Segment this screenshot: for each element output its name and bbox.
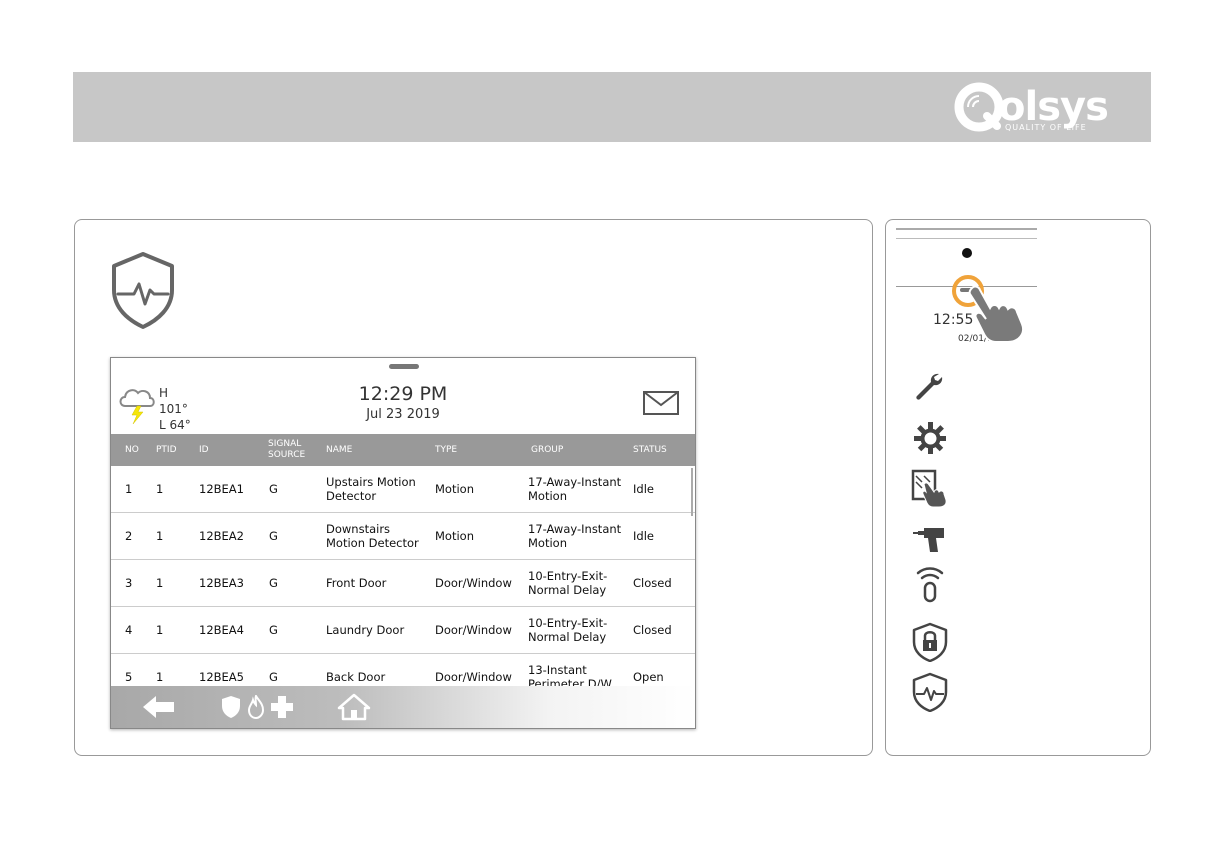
cell-id: 12BEA1: [199, 482, 244, 496]
cell-no: 4: [125, 623, 133, 637]
col-type: TYPE: [435, 445, 458, 455]
cell-status: Idle: [633, 482, 654, 496]
table-row[interactable]: 4 1 12BEA4 G Laundry Door Door/Window 10…: [111, 607, 695, 654]
cell-type: Door/Window: [435, 576, 512, 590]
table-row[interactable]: 1 1 12BEA1 G Upstairs Motion Detector Mo…: [111, 466, 695, 513]
cell-name: Downstairs Motion Detector: [326, 522, 419, 550]
cell-status: Idle: [633, 529, 654, 543]
cell-ptid: 1: [156, 576, 164, 590]
qolsys-logo: olsys QUALITY OF LIFE: [953, 80, 1133, 134]
main-panel: H 101° L 64° 12:29 PM Jul 23 2019 NO PTI…: [74, 219, 873, 756]
medical-cross-icon[interactable]: [271, 696, 293, 718]
col-no: NO: [125, 445, 139, 455]
col-signal-source-line2: SOURCE: [268, 450, 306, 460]
back-arrow-icon[interactable]: [143, 696, 175, 718]
col-signal-source-line1: SIGNAL: [268, 439, 302, 449]
table-row[interactable]: 3 1 12BEA3 G Front Door Door/Window 10-E…: [111, 560, 695, 607]
health-shield-icon[interactable]: [910, 672, 950, 712]
health-shield-icon: [112, 252, 174, 329]
cell-group: 10-Entry-Exit-Normal Delay: [528, 569, 608, 597]
cell-status: Closed: [633, 623, 672, 637]
cell-src: G: [269, 623, 278, 637]
cell-type: Motion: [435, 529, 474, 543]
gear-icon[interactable]: [910, 418, 950, 458]
col-ptid: PTID: [156, 445, 177, 455]
cell-status: Closed: [633, 576, 672, 590]
clock-date: Jul 23 2019: [366, 407, 440, 422]
cell-src: G: [269, 529, 278, 543]
mini-screen: 12:55 P 02/01/16: [896, 228, 1037, 348]
cell-id: 12BEA4: [199, 623, 244, 637]
cell-src: G: [269, 576, 278, 590]
cell-name: Laundry Door: [326, 623, 405, 637]
table-header: NO PTID ID SIGNAL SOURCE NAME TYPE GROUP…: [111, 434, 695, 466]
cell-name: Front Door: [326, 576, 387, 590]
cell-name: Upstairs Motion Detector: [326, 475, 416, 503]
wrench-icon[interactable]: [910, 368, 950, 408]
clock: 12:29 PM Jul 23 2019: [111, 383, 695, 422]
bottom-nav-bar: [111, 686, 695, 728]
camera-dot: [962, 248, 972, 258]
logo-tagline: QUALITY OF LIFE: [1005, 123, 1087, 132]
col-group: GROUP: [531, 445, 564, 455]
cell-no: 1: [125, 482, 133, 496]
fire-icon[interactable]: [247, 695, 265, 719]
col-signal-source: SIGNAL SOURCE: [268, 434, 305, 466]
cell-ptid: 1: [156, 623, 164, 637]
table-scrollbar[interactable]: [691, 468, 693, 516]
mini-top-line: [896, 228, 1037, 230]
cell-type: Door/Window: [435, 623, 512, 637]
panel-screen: H 101° L 64° 12:29 PM Jul 23 2019 NO PTI…: [110, 357, 696, 729]
cell-group: 10-Entry-Exit-Normal Delay: [528, 616, 608, 644]
mail-icon[interactable]: [643, 391, 679, 415]
table-row[interactable]: 2 1 12BEA2 G Downstairs Motion Detector …: [111, 513, 695, 560]
header-band: olsys QUALITY OF LIFE: [73, 72, 1151, 142]
home-icon[interactable]: [337, 693, 371, 721]
cell-id: 12BEA3: [199, 576, 244, 590]
drag-handle[interactable]: [389, 364, 419, 369]
pointing-hand-icon: [968, 285, 1024, 343]
drill-icon[interactable]: [910, 518, 950, 558]
col-id: ID: [199, 445, 209, 455]
side-panel: 12:55 P 02/01/16: [885, 219, 1151, 756]
cell-group: 17-Away-Instant Motion: [528, 475, 622, 503]
cell-no: 3: [125, 576, 133, 590]
cell-no: 2: [125, 529, 133, 543]
cell-type: Motion: [435, 482, 474, 496]
lock-shield-icon[interactable]: [910, 622, 950, 662]
clock-time: 12:29 PM: [358, 383, 448, 405]
sensor-table: 1 1 12BEA1 G Upstairs Motion Detector Mo…: [111, 466, 695, 701]
col-status: STATUS: [633, 445, 667, 455]
touch-panel-icon[interactable]: [910, 468, 950, 508]
police-shield-icon[interactable]: [221, 695, 241, 719]
mini-top-line-2: [896, 238, 1037, 239]
wireless-device-icon[interactable]: [910, 564, 950, 604]
col-name: NAME: [326, 445, 353, 455]
cell-src: G: [269, 482, 278, 496]
cell-ptid: 1: [156, 482, 164, 496]
cell-id: 12BEA2: [199, 529, 244, 543]
cell-group: 17-Away-Instant Motion: [528, 522, 622, 550]
cell-ptid: 1: [156, 529, 164, 543]
